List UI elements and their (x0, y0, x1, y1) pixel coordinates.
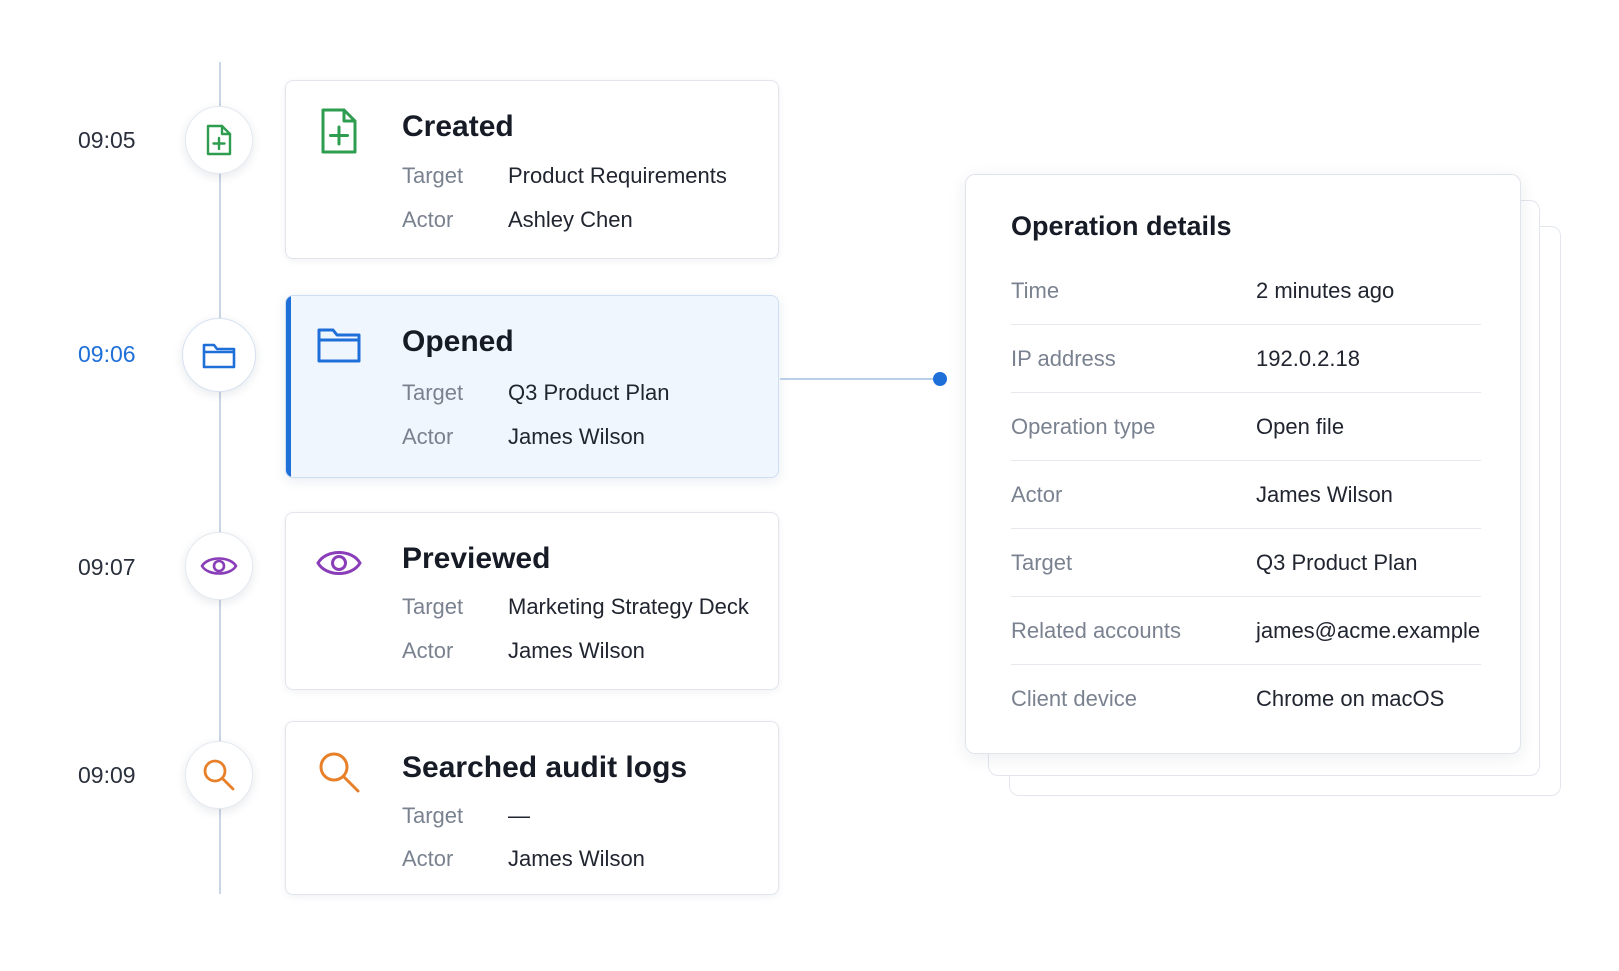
event-title: Searched audit logs (402, 751, 688, 784)
eye-icon (316, 551, 362, 575)
event-target-row: Target Q3 Product Plan (402, 380, 669, 406)
detail-label: Related accounts (1011, 618, 1181, 643)
folder-icon (317, 328, 361, 363)
folder-icon (202, 343, 236, 369)
eye-icon (200, 557, 238, 575)
actor-label: Actor (402, 207, 454, 232)
detail-label: Time (1011, 278, 1060, 303)
detail-row-client-device: Client device Chrome on macOS (1011, 665, 1481, 733)
event-title: Opened (402, 325, 514, 358)
event-card-previewed[interactable]: Previewed Target Marketing Strategy Deck … (285, 512, 779, 690)
search-icon (203, 759, 235, 791)
audit-log-view: 09:05 Created Target Product Requirements… (0, 0, 1619, 971)
actor-label: Actor (402, 424, 454, 449)
detail-value: Q3 Product Plan (1256, 550, 1418, 575)
detail-row-related-accounts: Related accounts james@acme.example (1011, 597, 1481, 665)
target-label: Target (402, 803, 464, 828)
timeline-node (185, 532, 253, 600)
event-card-created[interactable]: Created Target Product Requirements Actor… (285, 80, 779, 259)
target-value: — (508, 803, 530, 828)
detail-value: Chrome on macOS (1256, 686, 1445, 711)
detail-connector-line (780, 378, 940, 380)
event-time: 09:09 (78, 762, 136, 788)
actor-value: James Wilson (508, 424, 645, 449)
event-title: Previewed (402, 542, 551, 575)
timeline-node (185, 106, 253, 174)
event-target-row: Target Marketing Strategy Deck (402, 594, 749, 620)
target-value: Q3 Product Plan (508, 380, 670, 405)
event-time: 09:05 (78, 127, 136, 153)
file-plus-icon (321, 108, 357, 154)
detail-row-target: Target Q3 Product Plan (1011, 529, 1481, 597)
detail-row-ip-address: IP address 192.0.2.18 (1011, 325, 1481, 393)
detail-row-operation-type: Operation type Open file (1011, 393, 1481, 461)
timeline-node (185, 741, 253, 809)
event-time: 09:06 (78, 341, 136, 367)
detail-label: Target (1011, 550, 1073, 575)
detail-value: 192.0.2.18 (1256, 346, 1360, 371)
timeline-node (182, 318, 256, 392)
event-card-opened[interactable]: Opened Target Q3 Product Plan Actor James … (285, 295, 779, 478)
event-time: 09:07 (78, 554, 136, 580)
operation-details-panel: Operation details Time 2 minutes ago IP … (965, 174, 1521, 754)
detail-value: Open file (1256, 414, 1345, 439)
actor-label: Actor (402, 638, 454, 663)
detail-label: Operation type (1011, 414, 1156, 439)
actor-value: James Wilson (508, 846, 645, 871)
search-icon (319, 752, 360, 793)
event-actor-row: Actor James Wilson (402, 424, 645, 450)
target-value: Product Requirements (508, 163, 727, 188)
actor-label: Actor (402, 846, 454, 871)
detail-label: Client device (1011, 686, 1137, 711)
event-actor-row: Actor James Wilson (402, 846, 645, 872)
detail-row-actor: Actor James Wilson (1011, 461, 1481, 529)
detail-value: James Wilson (1256, 482, 1393, 507)
file-plus-icon (206, 124, 232, 156)
detail-row-time: Time 2 minutes ago (1011, 257, 1481, 325)
event-actor-row: Actor Ashley Chen (402, 207, 633, 233)
detail-value[interactable]: james@acme.example (1256, 597, 1480, 665)
detail-label: Actor (1011, 482, 1063, 507)
target-label: Target (402, 594, 464, 619)
actor-value: Ashley Chen (508, 207, 633, 232)
target-value: Marketing Strategy Deck (508, 594, 749, 619)
actor-value: James Wilson (508, 638, 645, 663)
detail-value: 2 minutes ago (1256, 278, 1395, 303)
event-title: Created (402, 110, 514, 143)
detail-label: IP address (1011, 346, 1116, 371)
target-label: Target (402, 380, 464, 405)
detail-connector-dot (933, 372, 947, 386)
event-actor-row: Actor James Wilson (402, 638, 645, 664)
event-card-searched[interactable]: Searched audit logs Target — Actor James W… (285, 721, 779, 895)
event-target-row: Target Product Requirements (402, 163, 727, 189)
panel-title: Operation details (1011, 211, 1232, 241)
target-label: Target (402, 163, 464, 188)
event-target-row: Target — (402, 803, 530, 829)
